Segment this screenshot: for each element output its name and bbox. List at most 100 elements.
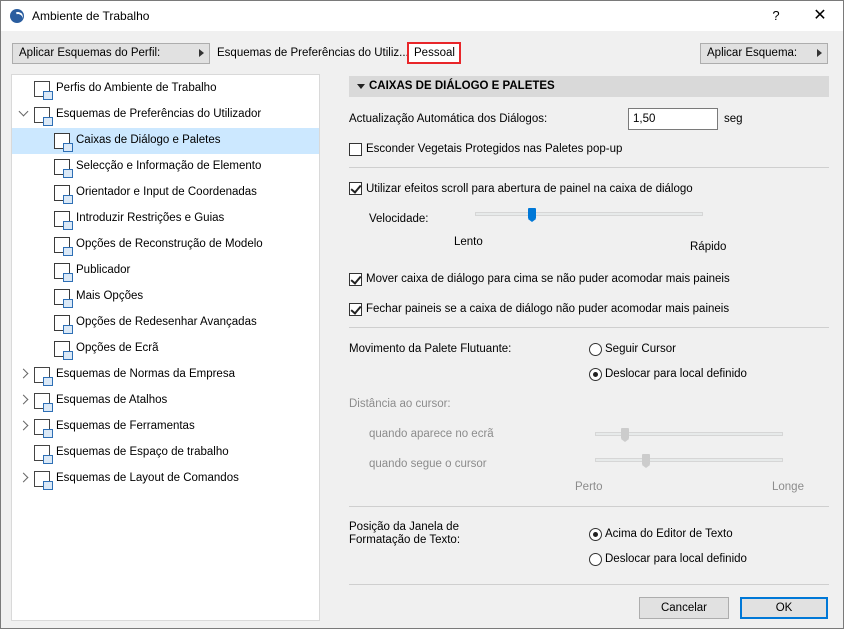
divider: [349, 167, 829, 168]
shortcuts-icon: [34, 393, 53, 412]
cursor-distance-label: Distância ao cursor:: [349, 398, 451, 410]
workspace-icon: [34, 445, 53, 464]
tree-item[interactable]: Esquemas de Layout de Comandos: [12, 466, 319, 492]
appears-slider-thumb: [621, 428, 630, 442]
profiles-icon: [34, 81, 53, 100]
tree-item[interactable]: Caixas de Diálogo e Paletes: [12, 128, 319, 154]
coordinates-icon: [54, 185, 73, 204]
publisher-icon: [54, 263, 73, 282]
auto-update-input[interactable]: 1,50: [628, 108, 718, 130]
floating-palette-label: Movimento da Palete Flutuante:: [349, 343, 512, 355]
tree-item-label: Esquemas de Normas da Empresa: [56, 368, 235, 380]
window-title: Ambiente de Trabalho: [32, 9, 150, 23]
redraw-icon: [54, 315, 73, 334]
collapse-triangle-icon: [357, 84, 365, 89]
scroll-effects-checkbox[interactable]: [349, 182, 362, 195]
move-location-radio-2[interactable]: [589, 553, 602, 566]
section-title: CAIXAS DE DIÁLOGO E PALETES: [369, 80, 555, 92]
tree-item[interactable]: Esquemas de Normas da Empresa: [12, 362, 319, 388]
follows-slider-thumb: [641, 454, 650, 468]
hide-protected-checkbox[interactable]: [349, 143, 362, 156]
above-editor-label: Acima do Editor de Texto: [605, 528, 733, 540]
section-header[interactable]: CAIXAS DE DIÁLOGO E PALETES: [349, 76, 829, 97]
user-preferences-icon: [34, 107, 53, 126]
follows-slider-track: [595, 458, 783, 462]
tree-item-label: Opções de Ecrã: [76, 342, 159, 354]
move-dialog-checkbox[interactable]: [349, 273, 362, 286]
tree-item-label: Introduzir Restrições e Guias: [76, 212, 225, 224]
tree-item[interactable]: Esquemas de Atalhos: [12, 388, 319, 414]
chevron-right-icon: [817, 49, 822, 57]
tree-item[interactable]: Publicador: [12, 258, 319, 284]
text-window-label-line2: Formatação de Texto:: [349, 534, 461, 546]
apply-profile-schemes-button[interactable]: Aplicar Esquemas do Perfil:: [12, 43, 210, 64]
chevron-right-icon[interactable]: [18, 472, 29, 483]
cancel-button[interactable]: Cancelar: [639, 597, 729, 619]
tree-item-label: Orientador e Input de Coordenadas: [76, 186, 257, 198]
tree-item-label: Esquemas de Espaço de trabalho: [56, 446, 229, 458]
dialog-boxes-icon: [54, 133, 73, 152]
chevron-right-icon[interactable]: [18, 420, 29, 431]
tree-item-label: Esquemas de Layout de Comandos: [56, 472, 239, 484]
tree-item-label: Caixas de Diálogo e Paletes: [76, 134, 221, 146]
chevron-down-icon[interactable]: [18, 106, 29, 117]
close-panels-checkbox[interactable]: [349, 303, 362, 316]
tools-icon: [34, 419, 53, 438]
ok-button[interactable]: OK: [740, 597, 828, 619]
tree-item[interactable]: Orientador e Input de Coordenadas: [12, 180, 319, 206]
tree-item[interactable]: Opções de Redesenhar Avançadas: [12, 310, 319, 336]
follow-cursor-label: Seguir Cursor: [605, 343, 676, 355]
near-label: Perto: [575, 481, 603, 493]
workspace-dialog: Ambiente de Trabalho ? ✕ Aplicar Esquema…: [0, 0, 844, 629]
chevron-right-icon: [199, 49, 204, 57]
tree-item[interactable]: Mais Opções: [12, 284, 319, 310]
current-scheme-field[interactable]: Pessoal: [407, 42, 461, 64]
text-window-label-line1: Posição da Janela de: [349, 521, 459, 533]
divider: [349, 584, 829, 585]
speed-min-label: Lento: [454, 236, 483, 248]
tree-item-label: Selecção e Informação de Elemento: [76, 160, 262, 172]
tree-item-label: Mais Opções: [76, 290, 144, 302]
tree-item-label: Esquemas de Ferramentas: [56, 420, 195, 432]
tree-item[interactable]: Esquemas de Ferramentas: [12, 414, 319, 440]
auto-update-unit: seg: [724, 113, 743, 125]
tree-item[interactable]: Esquemas de Espaço de trabalho: [12, 440, 319, 466]
tree-item-label: Opções de Redesenhar Avançadas: [76, 316, 257, 328]
tree-item-label: Publicador: [76, 264, 131, 276]
tree-item-label: Opções de Reconstrução de Modelo: [76, 238, 263, 250]
chevron-right-icon[interactable]: [18, 394, 29, 405]
divider: [349, 327, 829, 328]
tree-item[interactable]: Opções de Ecrã: [12, 336, 319, 362]
tree-item[interactable]: Esquemas de Preferências do Utilizador: [12, 102, 319, 128]
screen-options-icon: [54, 341, 73, 360]
follows-label: quando segue o cursor: [369, 458, 487, 470]
tree-item[interactable]: Selecção e Informação de Elemento: [12, 154, 319, 180]
selection-info-icon: [54, 159, 73, 178]
speed-label: Velocidade:: [369, 213, 429, 225]
speed-slider-thumb[interactable]: [528, 208, 536, 222]
more-options-icon: [54, 289, 73, 308]
breadcrumb[interactable]: Esquemas de Preferências do Utiliz...: [217, 47, 409, 59]
above-editor-radio[interactable]: [589, 528, 602, 541]
auto-update-label: Actualização Automática dos Diálogos:: [349, 113, 548, 125]
apply-scheme-button[interactable]: Aplicar Esquema:: [700, 43, 828, 64]
move-to-location-radio[interactable]: [589, 368, 602, 381]
follow-cursor-radio[interactable]: [589, 343, 602, 356]
speed-slider-track[interactable]: [475, 212, 703, 216]
close-button[interactable]: ✕: [805, 1, 835, 31]
tree-item[interactable]: Opções de Reconstrução de Modelo: [12, 232, 319, 258]
tree-item[interactable]: Perfis do Ambiente de Trabalho: [12, 76, 319, 102]
move-dialog-label: Mover caixa de diálogo para cima se não …: [366, 273, 730, 285]
far-label: Longe: [772, 481, 804, 493]
tree-item-label: Perfis do Ambiente de Trabalho: [56, 82, 217, 94]
help-button[interactable]: ?: [761, 1, 791, 31]
app-logo-icon: [10, 9, 24, 23]
close-panels-label: Fechar paineis se a caixa de diálogo não…: [366, 303, 730, 315]
tree-item[interactable]: Introduzir Restrições e Guias: [12, 206, 319, 232]
appears-label: quando aparece no ecrã: [369, 428, 494, 440]
speed-max-label: Rápido: [690, 241, 727, 253]
settings-tree[interactable]: Perfis do Ambiente de Trabalho Esquemas d…: [11, 74, 320, 621]
rebuild-model-icon: [54, 237, 73, 256]
move-location-label-2: Deslocar para local definido: [605, 553, 747, 565]
chevron-right-icon[interactable]: [18, 368, 29, 379]
